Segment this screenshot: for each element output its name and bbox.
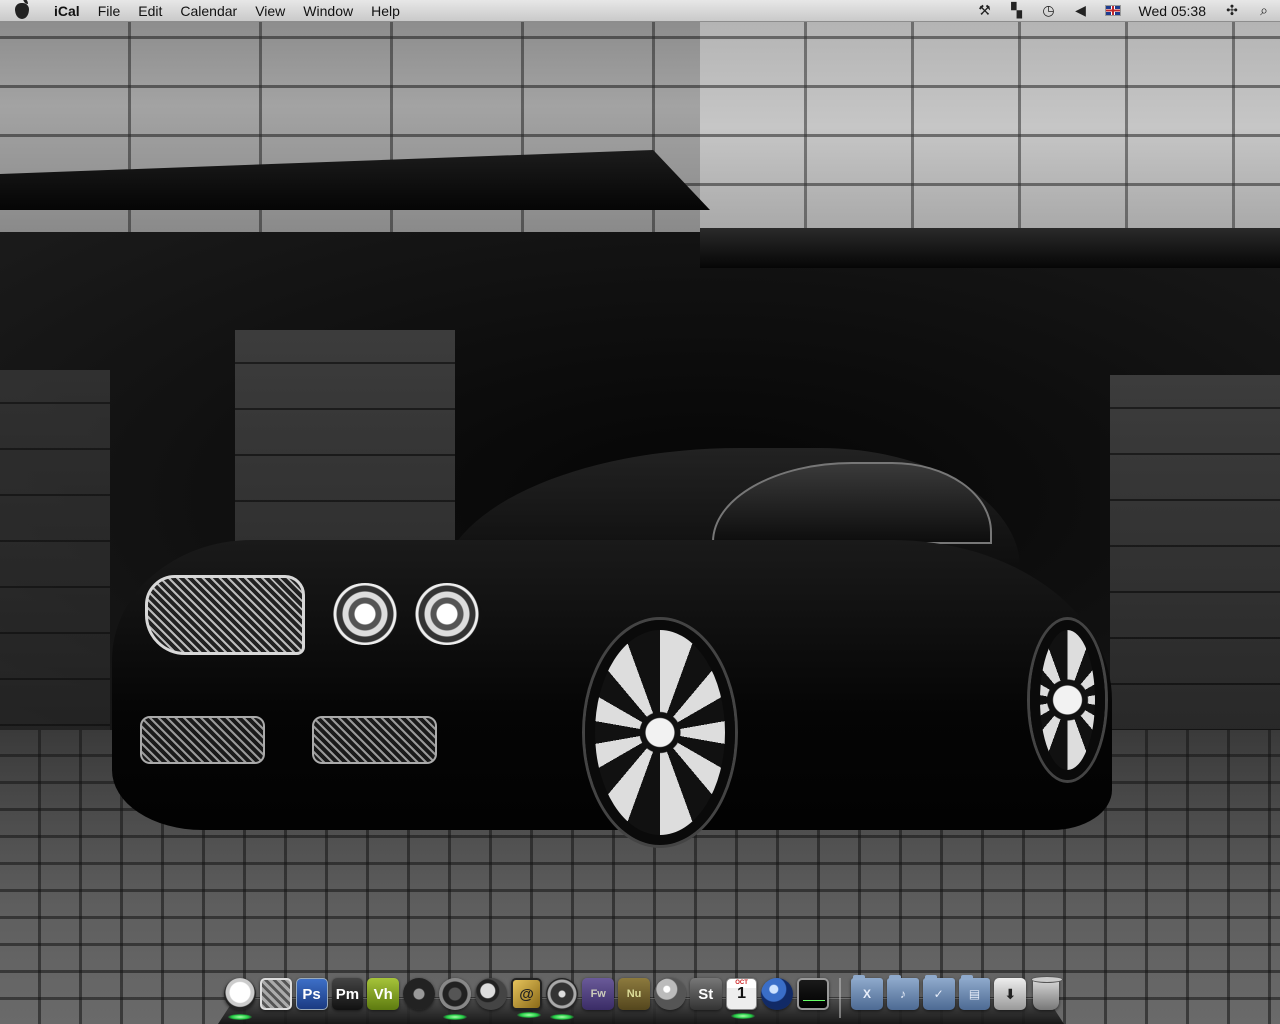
vh-icon[interactable]: Vh [367, 978, 400, 1010]
ical-icon[interactable]: OCT 1 [725, 978, 758, 1019]
running-indicator [550, 1014, 575, 1020]
vh-label: Vh [373, 985, 393, 1003]
utilities-stack-icon[interactable]: ✓ [922, 975, 955, 1010]
car-grille [145, 575, 305, 655]
nu-label: Nu [626, 988, 642, 1000]
wallpaper-stone-wall-right [700, 22, 1280, 232]
downloads-stack-glyph: ⬇ [1004, 985, 1017, 1002]
menu-view[interactable]: View [246, 0, 294, 22]
running-indicator [442, 1014, 467, 1020]
car-rear-wheel [1030, 620, 1105, 780]
car-lower-grille [140, 716, 265, 764]
st-icon[interactable]: St [689, 978, 722, 1010]
skull-icon[interactable] [224, 978, 256, 1020]
spaces-icon[interactable]: ▚ [1001, 0, 1033, 22]
documents-stack-glyph: ▤ [968, 987, 981, 1001]
running-indicator [516, 1012, 541, 1018]
menu-app-name[interactable]: iCal [44, 0, 89, 22]
wallpaper-pillar [0, 370, 110, 770]
compass-icon[interactable] [546, 978, 579, 1020]
search-app-icon[interactable] [474, 978, 507, 1010]
spotlight-icon[interactable]: ⌕ [1248, 0, 1280, 22]
nu-icon[interactable]: Nu [618, 978, 650, 1010]
car-headlight [330, 583, 400, 645]
photoshop-icon[interactable]: Ps [295, 978, 328, 1010]
globe-icon[interactable] [653, 978, 686, 1010]
menu-clock[interactable]: Wed 05:38 [1129, 3, 1216, 19]
activity-monitor-icon[interactable] [797, 978, 830, 1010]
bluetooth-sync-icon[interactable]: ✣ [1216, 0, 1248, 22]
desktop-wallpaper [0, 0, 1280, 1024]
quicktime-icon[interactable] [761, 978, 794, 1010]
pm-icon[interactable]: Pm [331, 978, 364, 1010]
menu-bar: iCal File Edit Calendar View Window Help… [0, 0, 1280, 22]
menu-file[interactable]: File [89, 0, 130, 22]
documents-stack-icon[interactable]: ▤ [958, 975, 991, 1010]
utilities-stack-glyph: ✓ [933, 987, 944, 1001]
uk-flag-shape [1104, 5, 1121, 16]
menu-window[interactable]: Window [294, 0, 362, 22]
applications-stack-glyph: X [863, 987, 872, 1001]
st-label: St [698, 985, 714, 1003]
menu-bar-left: iCal File Edit Calendar View Window Help [0, 0, 409, 22]
apple-logo-shape [15, 0, 29, 19]
ical-month: OCT [735, 980, 748, 986]
itunes-icon[interactable] [438, 978, 471, 1020]
wallpaper-ceiling-right [700, 228, 1280, 268]
dock-separator [837, 978, 844, 1018]
mail-label: @ [519, 985, 534, 1003]
menu-calendar[interactable]: Calendar [171, 0, 246, 22]
fireworks-label: Fw [590, 988, 606, 1000]
applications-stack-icon[interactable]: X [851, 975, 883, 1010]
running-indicator [730, 1013, 755, 1019]
time-machine-icon[interactable]: ◷ [1033, 0, 1065, 22]
car-front-wheel [585, 620, 735, 845]
apple-icon[interactable] [0, 0, 44, 22]
car-headlight [412, 583, 482, 645]
music-stack-icon[interactable]: ♪ [886, 975, 919, 1010]
mail-icon[interactable]: @ [510, 978, 543, 1018]
car-lower-grille [312, 716, 437, 764]
dock: Ps Pm Vh @ Fw Nu St OCT 1 X ♪ ✓ ▤ ⬇ [218, 975, 1064, 1024]
menu-edit[interactable]: Edit [129, 0, 171, 22]
menu-help[interactable]: Help [362, 0, 409, 22]
running-indicator [228, 1014, 252, 1020]
music-stack-glyph: ♪ [899, 987, 906, 1001]
downloads-stack-icon[interactable]: ⬇ [994, 978, 1027, 1010]
dock-items: Ps Pm Vh @ Fw Nu St OCT 1 X ♪ ✓ ▤ ⬇ [218, 975, 1064, 1022]
wallpaper-pillar [1110, 375, 1280, 775]
ical-day: 1 [737, 985, 746, 1002]
trash-icon[interactable] [1031, 976, 1064, 1010]
camera-icon[interactable] [403, 978, 435, 1010]
tools-icon[interactable]: ⚒ [969, 0, 1001, 22]
uk-flag-icon[interactable] [1097, 0, 1129, 22]
menu-bar-right: ⚒ ▚ ◷ ◀ Wed 05:38 ✣ ⌕ [969, 0, 1280, 22]
volume-icon[interactable]: ◀ [1065, 0, 1097, 22]
photoshop-label: Ps [302, 985, 321, 1003]
fireworks-icon[interactable]: Fw [582, 978, 615, 1010]
pm-label: Pm [335, 985, 360, 1003]
system-preferences-icon[interactable] [259, 978, 292, 1010]
